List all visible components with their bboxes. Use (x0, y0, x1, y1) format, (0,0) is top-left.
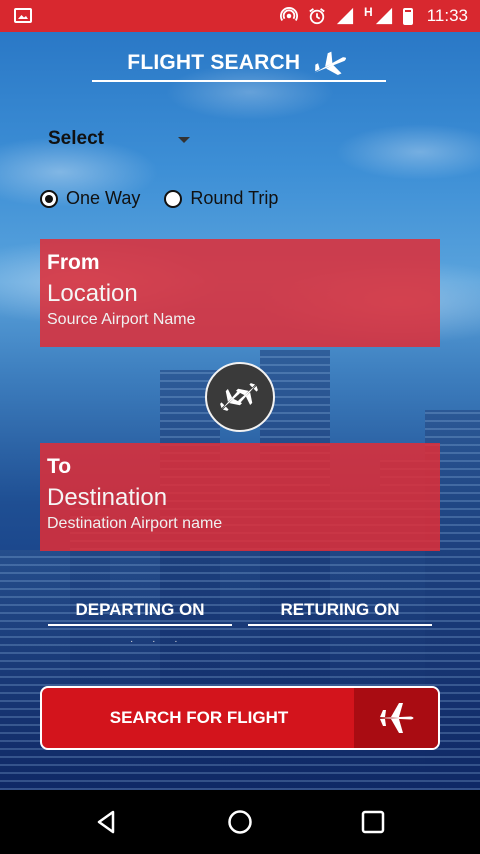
recents-icon[interactable] (359, 808, 387, 836)
trip-type-group: One Way Round Trip (40, 188, 294, 209)
header: FLIGHT SEARCH (92, 50, 386, 82)
alarm-icon (309, 8, 325, 25)
battery-icon (402, 7, 413, 25)
status-bar: H 11:33 (0, 0, 480, 32)
to-location-card[interactable]: To Destination Destination Airport name (40, 443, 440, 551)
airplane-icon (314, 51, 346, 75)
returning-label: RETURING ON (280, 600, 400, 619)
page-title: FLIGHT SEARCH (127, 51, 301, 74)
image-notification-icon (14, 8, 32, 23)
network-type-label: H (364, 5, 373, 19)
clock: 11:33 (426, 6, 468, 25)
search-flight-button[interactable]: SEARCH FOR FLIGHT (40, 686, 440, 750)
one-way-radio[interactable] (40, 189, 58, 208)
returning-date-field[interactable]: RETURING ON (248, 598, 432, 626)
departing-label: DEPARTING ON (75, 600, 205, 619)
signal-icon (375, 7, 392, 25)
chevron-down-icon (178, 137, 190, 143)
to-caption: To (47, 455, 72, 478)
navigation-bar (0, 790, 480, 854)
search-button-label: SEARCH FOR FLIGHT (109, 708, 289, 727)
swap-locations-button[interactable] (205, 362, 275, 432)
from-location-card[interactable]: From Location Source Airport Name (40, 239, 440, 347)
round-trip-label[interactable]: Round Trip (190, 188, 278, 209)
home-icon[interactable] (226, 808, 254, 836)
from-airport-hint: Source Airport Name (47, 311, 196, 328)
round-trip-radio[interactable] (164, 189, 183, 208)
airplane-icon (354, 688, 438, 748)
from-location-value: Location (47, 280, 138, 307)
class-select-dropdown[interactable]: Select (48, 128, 198, 156)
to-location-value: Destination (47, 484, 168, 511)
app-screen: FLIGHT SEARCH Select One Way Round Trip … (0, 32, 480, 790)
to-airport-hint: Destination Airport name (47, 515, 223, 532)
back-icon[interactable] (93, 808, 121, 836)
departing-date-field[interactable]: DEPARTING ON (48, 598, 232, 626)
from-caption: From (47, 251, 100, 274)
select-value: Select (48, 128, 104, 149)
signal-icon (336, 7, 354, 25)
status-icons: H 11:33 (280, 0, 468, 32)
swap-planes-icon (220, 383, 258, 411)
departing-date-value: · · · (130, 636, 186, 647)
hotspot-icon (280, 7, 299, 21)
one-way-label[interactable]: One Way (66, 188, 140, 209)
